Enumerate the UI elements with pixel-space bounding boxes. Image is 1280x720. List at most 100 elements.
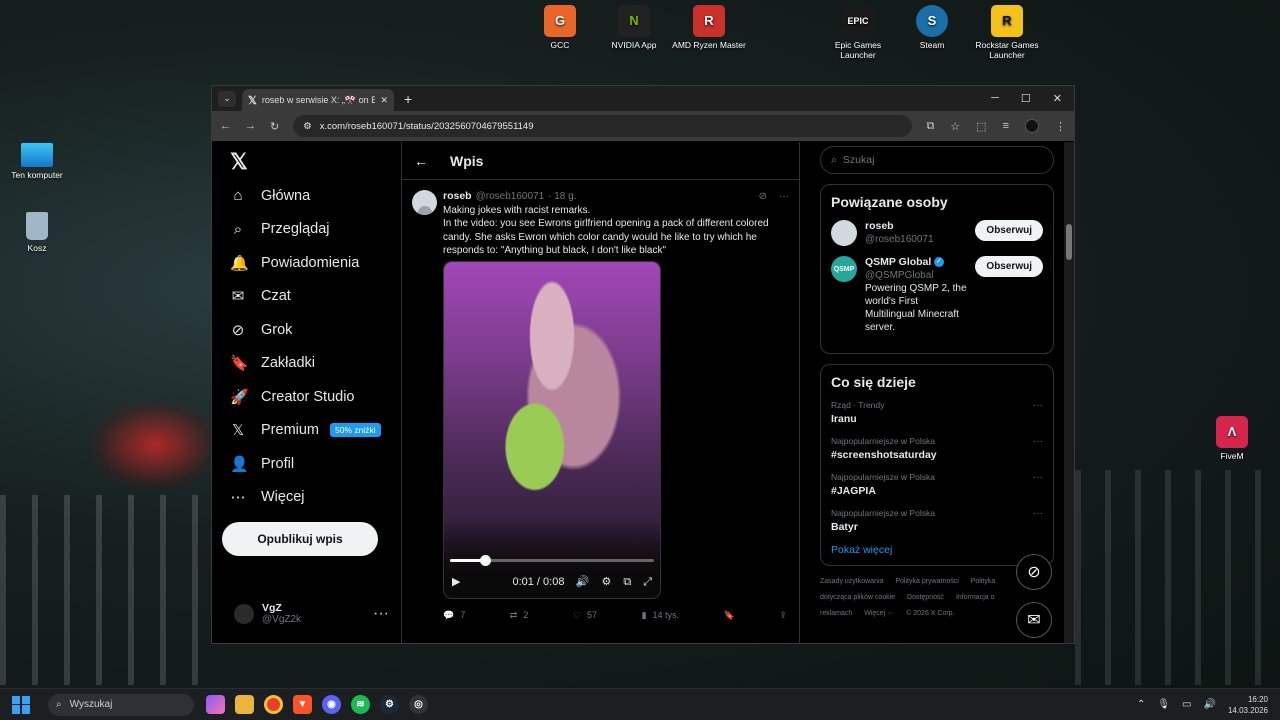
chevron-up-icon[interactable]: ⌃ (1137, 699, 1145, 710)
microphone-icon[interactable]: 🎙 (1157, 699, 1170, 710)
active-tab[interactable]: 𝕏 roseb w serwisie X: „🎌 on Ewr ✕ (242, 89, 394, 111)
app-icon[interactable]: ◎ (409, 695, 428, 714)
desktop-icon-fivem[interactable]: Λ FiveM (1192, 416, 1272, 461)
bookmark-star-icon[interactable]: ☆ (950, 120, 960, 133)
tweet-time[interactable]: · 18 g. (548, 190, 576, 204)
url-field[interactable]: ⚙ x.com/roseb160071/status/2032560704679… (293, 115, 913, 137)
like-button[interactable]: ♡ 57 (573, 609, 597, 623)
desktop-icon-rockstar[interactable]: R Rockstar Games Launcher (967, 5, 1047, 60)
copilot-icon[interactable] (206, 695, 225, 714)
person-row[interactable]: roseb @roseb160071 Obserwuj (831, 220, 1043, 246)
nav-item-explore[interactable]: ⌕ Przeglądaj (212, 213, 401, 247)
desktop-icon-gcc[interactable]: G GCC (520, 5, 600, 50)
monitor-icon[interactable]: ▭ (1182, 699, 1191, 710)
repost-button[interactable]: ⇄ 2 (510, 609, 529, 623)
video-player[interactable]: ▶ 0:01 / 0:08 🔊 ⚙ ⧉ ⤢ (443, 260, 661, 599)
close-tab-icon[interactable]: ✕ (380, 95, 388, 106)
close-window-button[interactable]: ✕ (1053, 92, 1062, 105)
maximize-button[interactable]: ☐ (1021, 92, 1031, 105)
trend-category: Rząd · Trendy (831, 400, 885, 410)
nav-item-home[interactable]: ⌂ Główna (212, 179, 401, 213)
desktop-icon-epic[interactable]: EPIC Epic Games Launcher (818, 5, 898, 60)
grok-fab-button[interactable]: ⊘ (1016, 554, 1052, 590)
nav-item-creator-studio[interactable]: 🚀 Creator Studio (212, 380, 401, 414)
video-progress-bar[interactable] (450, 554, 654, 566)
show-more-link[interactable]: Pokaż więcej (831, 544, 1043, 556)
nav-item-premium[interactable]: 𝕏 Premium 50% zniżki (212, 414, 401, 448)
play-icon[interactable]: ▶ (452, 576, 460, 590)
page-scrollbar[interactable] (1064, 142, 1074, 643)
messages-fab-button[interactable]: ✉ (1016, 602, 1052, 638)
follow-button[interactable]: Obserwuj (975, 220, 1043, 241)
avatar[interactable] (412, 190, 437, 215)
footer-link[interactable]: Dostępność (907, 594, 944, 601)
more-icon[interactable]: ··· (1033, 400, 1043, 425)
more-icon[interactable]: ··· (1033, 472, 1043, 497)
install-app-icon[interactable]: ⧉ (926, 120, 934, 133)
footer-link[interactable]: Polityka prywatności (895, 578, 958, 585)
media-control-icon[interactable]: ≡ (1003, 120, 1009, 132)
volume-icon[interactable]: 🔊 (576, 576, 590, 590)
video-scrubber-handle[interactable] (479, 554, 491, 566)
picture-in-picture-icon[interactable]: ⧉ (623, 576, 631, 590)
nav-item-grok[interactable]: ⊘ Grok (212, 313, 401, 347)
reply-button[interactable]: 💬 7 (443, 609, 465, 623)
post-button[interactable]: Opublikuj wpis (222, 522, 378, 556)
views-button[interactable]: ▮ 14 tys. (642, 609, 679, 623)
steam-icon[interactable]: ⚙ (380, 695, 399, 714)
more-icon[interactable]: ··· (779, 190, 789, 204)
trend-item[interactable]: Najpopularniejsze w Polska #screenshotsat… (831, 436, 1043, 461)
fullscreen-icon[interactable]: ⤢ (643, 576, 652, 590)
more-icon[interactable]: ··· (373, 605, 389, 623)
footer-link[interactable]: Więcej ··· (864, 610, 894, 617)
back-arrow-icon[interactable]: ← (220, 120, 231, 132)
desktop-icon-steam[interactable]: S Steam (892, 5, 972, 50)
windows-start-icon[interactable] (12, 695, 30, 714)
trend-item[interactable]: Rząd · Trendy Iranu ··· (831, 400, 1043, 425)
nav-item-notifications[interactable]: 🔔 Powiadomienia (212, 246, 401, 280)
more-icon[interactable]: ··· (1033, 508, 1043, 533)
desktop-icon-recycle-bin[interactable]: Kosz (0, 212, 77, 253)
site-info-icon[interactable]: ⚙ (303, 121, 312, 132)
file-explorer-icon[interactable] (235, 695, 254, 714)
back-arrow-icon[interactable]: ← (414, 153, 428, 169)
trend-item[interactable]: Najpopularniejsze w Polska #JAGPIA ··· (831, 472, 1043, 497)
desktop-icon-nvidia[interactable]: N NVIDIA App (594, 5, 674, 50)
share-button[interactable]: ⇪ (779, 609, 787, 623)
bookmark-button[interactable]: 🔖 (724, 609, 735, 623)
browser-menu-icon[interactable]: ⋮ (1055, 120, 1066, 133)
grok-icon[interactable]: ⊘ (759, 190, 767, 204)
desktop-icon-this-pc[interactable]: Ten komputer (0, 143, 77, 180)
desktop-icon-amd[interactable]: R AMD Ryzen Master (669, 5, 749, 50)
trend-item[interactable]: Najpopularniejsze w Polska Batyr ··· (831, 508, 1043, 533)
clock[interactable]: 16:20 14.03.2026 (1228, 694, 1268, 716)
volume-icon[interactable]: 🔊 (1204, 699, 1216, 710)
person-row[interactable]: QSMP QSMP Global ✓ @QSMPGlobal Powering … (831, 256, 1043, 334)
settings-gear-icon[interactable]: ⚙ (601, 576, 611, 590)
tweet-author-handle[interactable]: @roseb160071 (476, 190, 545, 204)
spotify-icon[interactable]: ≋ (351, 695, 370, 714)
extensions-icon[interactable]: ⬚ (976, 120, 986, 133)
footer-link[interactable]: Zasady użytkowania (820, 578, 883, 585)
reload-icon[interactable]: ↻ (270, 120, 279, 133)
forward-arrow-icon[interactable]: → (245, 120, 256, 132)
scrollbar-thumb[interactable] (1066, 224, 1072, 260)
tab-search-button[interactable]: ⌄ (218, 90, 236, 107)
follow-button[interactable]: Obserwuj (975, 256, 1043, 277)
discord-icon[interactable]: ◉ (322, 695, 341, 714)
x-logo-icon[interactable]: 𝕏 (230, 149, 401, 179)
nav-item-more[interactable]: ⋯ Więcej (212, 481, 401, 515)
account-switcher[interactable]: VgZ @VgZ2k ··· (234, 602, 389, 625)
search-input[interactable]: ⌕ Szukaj (820, 146, 1054, 174)
chrome-icon[interactable] (264, 695, 283, 714)
nav-item-profile[interactable]: 👤 Profil (212, 447, 401, 481)
taskbar-search[interactable]: ⌕ Wyszukaj (48, 693, 194, 716)
profile-avatar[interactable] (1025, 119, 1039, 133)
minimize-button[interactable]: ─ (991, 92, 999, 105)
more-icon[interactable]: ··· (1033, 436, 1043, 461)
tweet-author-name[interactable]: roseb (443, 190, 472, 204)
new-tab-button[interactable]: + (404, 91, 412, 107)
brave-icon[interactable]: ▼ (293, 695, 312, 714)
nav-item-chat[interactable]: ✉ Czat (212, 280, 401, 314)
nav-item-bookmarks[interactable]: 🔖 Zakładki (212, 347, 401, 381)
